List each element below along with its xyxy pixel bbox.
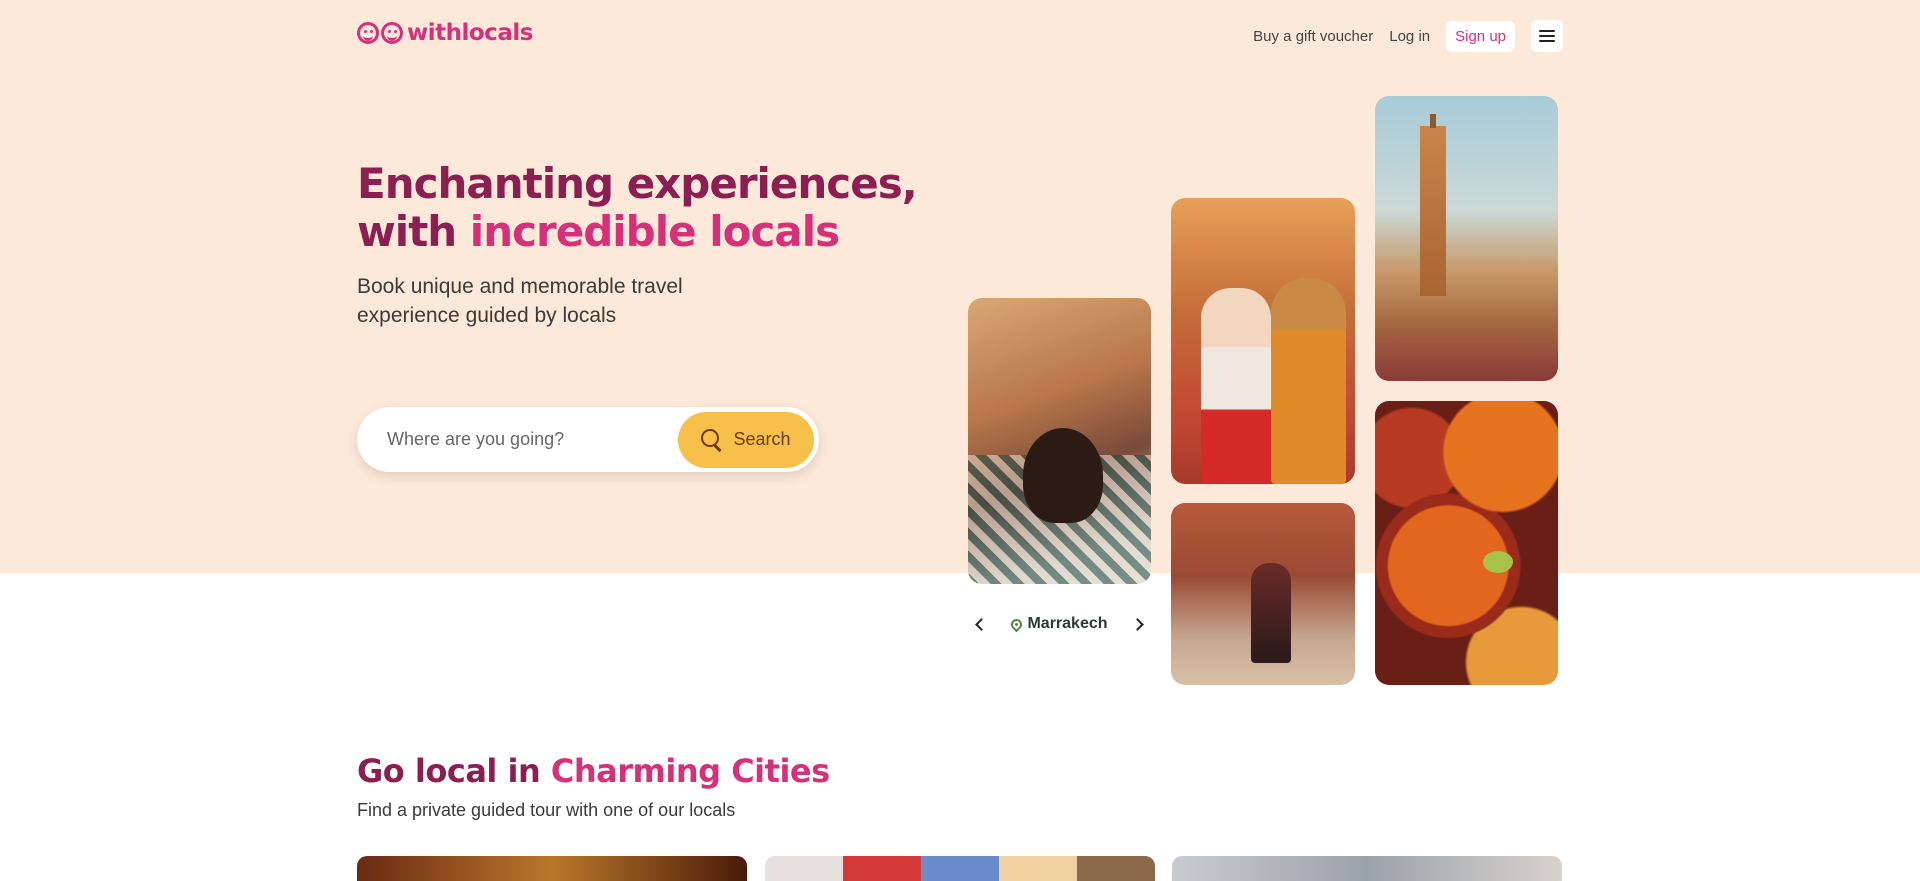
top-nav: Buy a gift voucher Log in Sign up — [1253, 20, 1563, 52]
menu-icon[interactable] — [1531, 20, 1563, 52]
city-carousel-nav: Marrakech — [968, 612, 1151, 636]
hero-subtitle: Book unique and memorable travel experie… — [357, 275, 683, 327]
city-card[interactable] — [765, 856, 1155, 881]
photo-carved-wall — [968, 298, 1151, 584]
hero-title-accent: incredible locals — [469, 207, 840, 256]
hero-title: Enchanting experiences, with incredible … — [357, 159, 918, 256]
logo-icon — [357, 22, 403, 44]
signup-button[interactable]: Sign up — [1446, 20, 1515, 52]
city-card[interactable] — [1172, 856, 1562, 881]
search-bar: Search — [357, 407, 819, 472]
gift-voucher-link[interactable]: Buy a gift voucher — [1253, 28, 1373, 45]
photo-koutoubia-minaret — [1375, 96, 1558, 381]
search-icon — [701, 428, 723, 451]
section-subtitle: Find a private guided tour with one of o… — [357, 800, 736, 820]
hero-background — [0, 0, 1920, 573]
logo[interactable]: withlocals — [357, 20, 533, 46]
hero-title-prefix: with — [357, 207, 470, 256]
hero-title-line1: Enchanting experiences, — [357, 159, 918, 208]
current-city-label: Marrakech — [1009, 615, 1108, 633]
login-link[interactable]: Log in — [1389, 28, 1430, 45]
current-city-name: Marrakech — [1027, 615, 1108, 632]
logo-text: withlocals — [407, 20, 533, 46]
chevron-right-icon[interactable] — [1127, 612, 1151, 636]
map-pin-icon — [1009, 616, 1025, 632]
section-title-prefix: Go local in — [357, 752, 551, 790]
search-button[interactable]: Search — [678, 411, 814, 468]
photo-two-travelers — [1171, 198, 1355, 484]
section-title: Go local in Charming Cities — [357, 752, 830, 790]
city-card[interactable] — [357, 856, 747, 881]
photo-medina-alley — [1171, 503, 1355, 685]
search-button-label: Search — [733, 429, 791, 449]
destination-search-input[interactable] — [387, 429, 678, 450]
photo-tagine-dishes — [1375, 401, 1558, 685]
chevron-left-icon[interactable] — [968, 612, 992, 636]
section-title-accent: Charming Cities — [550, 752, 830, 790]
